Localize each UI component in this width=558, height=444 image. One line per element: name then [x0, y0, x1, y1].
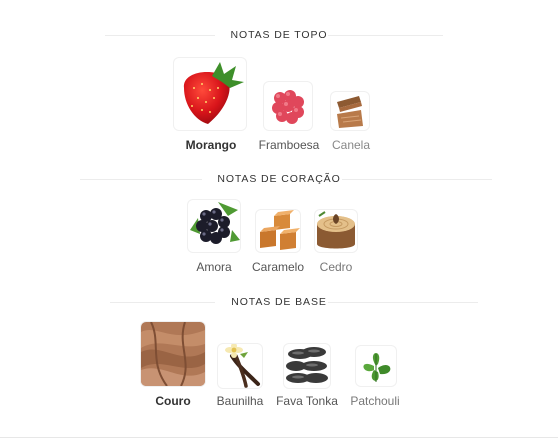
divider-line [328, 302, 478, 303]
cinnamon-icon [331, 92, 369, 130]
section-title-heart-notes: NOTAS DE CORAÇÃO [0, 173, 558, 185]
note-baunilha[interactable]: Baunilha [212, 344, 268, 410]
divider-line [342, 179, 492, 180]
divider-line [110, 302, 215, 303]
note-caramelo[interactable]: Caramelo [248, 210, 308, 276]
note-couro[interactable]: Couro [140, 322, 206, 410]
note-label: Amora [196, 260, 232, 274]
divider-line [105, 35, 215, 36]
note-label: Canela [331, 138, 371, 152]
note-label: Caramelo [251, 260, 305, 274]
leather-icon [141, 322, 205, 386]
blackberry-icon [188, 200, 240, 252]
note-label: Morango [185, 138, 237, 152]
cedar-icon [315, 210, 357, 252]
section-title-top-notes: NOTAS DE TOPO [0, 29, 558, 41]
section-title-text: NOTAS DE TOPO [230, 29, 328, 41]
note-label: Baunilha [216, 394, 264, 408]
vanilla-icon [218, 344, 262, 388]
note-cedro[interactable]: Cedro [314, 210, 358, 276]
note-label: Patchouli [350, 394, 400, 408]
divider-line [328, 35, 443, 36]
note-patchouli[interactable]: Patchouli [346, 346, 404, 410]
note-framboesa[interactable]: Framboesa [256, 82, 322, 154]
strawberry-icon [174, 58, 246, 130]
note-morango[interactable]: Morango [174, 58, 248, 154]
note-fava-tonka[interactable]: Fava Tonka [274, 344, 340, 410]
section-title-base-notes: NOTAS DE BASE [0, 296, 558, 308]
bottom-divider [0, 437, 558, 438]
tonka-bean-icon [284, 344, 330, 388]
divider-line [80, 179, 202, 180]
note-label: Framboesa [258, 138, 320, 152]
patchouli-icon [356, 346, 396, 386]
section-title-text: NOTAS DE BASE [231, 296, 327, 308]
caramel-icon [256, 210, 300, 252]
section-title-text: NOTAS DE CORAÇÃO [217, 173, 341, 185]
raspberry-icon [264, 82, 312, 130]
note-label: Couro [155, 394, 191, 408]
note-label: Fava Tonka [276, 394, 338, 408]
note-amora[interactable]: Amora [186, 200, 242, 276]
note-label: Cedro [319, 260, 353, 274]
note-canela[interactable]: Canela [328, 92, 374, 154]
